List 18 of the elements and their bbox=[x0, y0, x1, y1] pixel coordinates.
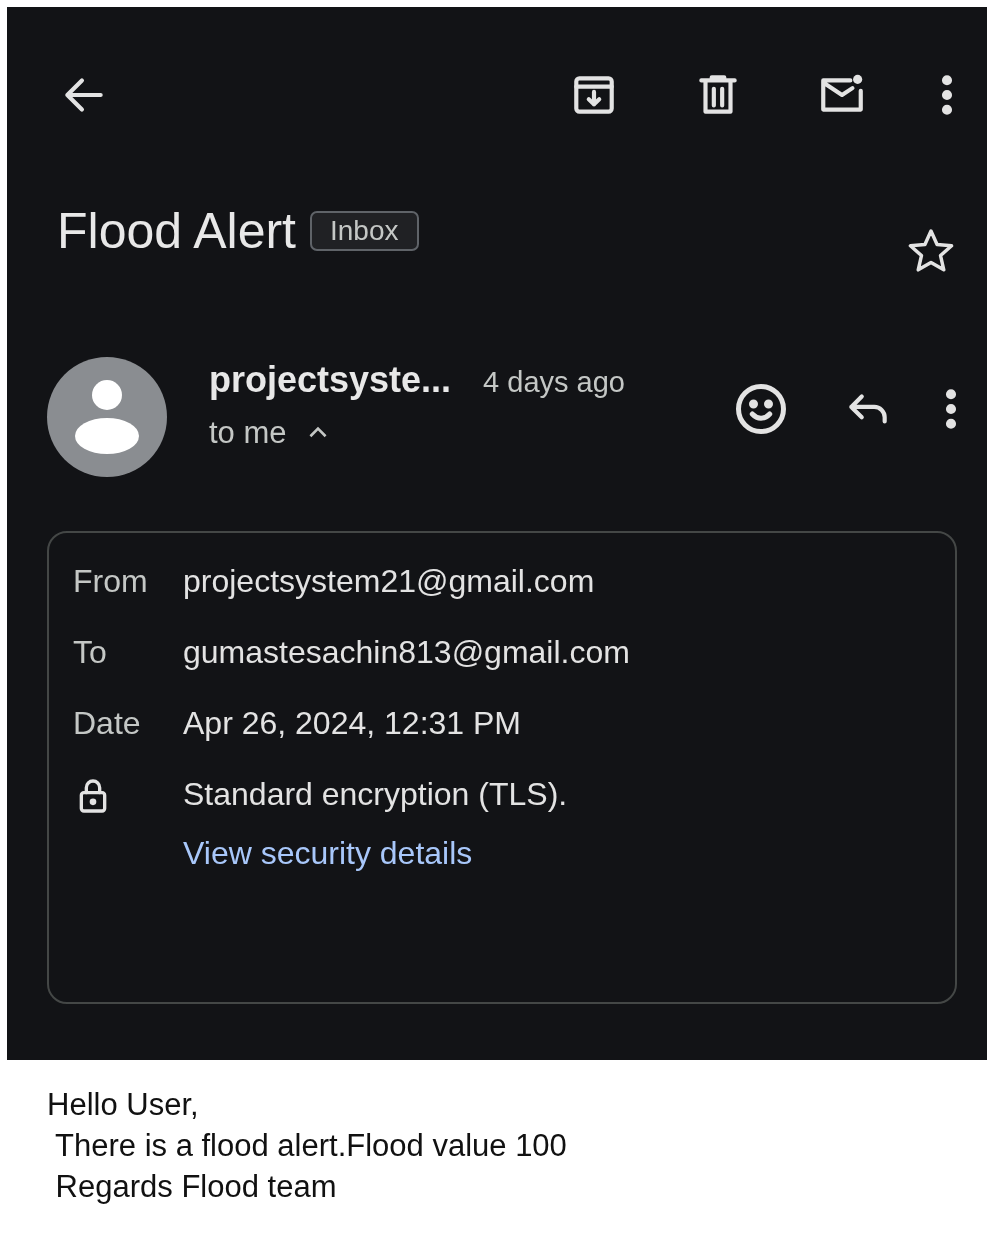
more-vertical-icon bbox=[945, 389, 957, 429]
message-text-line: Regards Flood team bbox=[54, 1168, 338, 1206]
detail-value: Apr 26, 2024, 12:31 PM bbox=[183, 705, 522, 742]
sender-name: projectsyste... bbox=[209, 359, 452, 401]
detail-label: Date bbox=[73, 705, 142, 742]
detail-label: From bbox=[73, 563, 149, 600]
detail-value: projectsystem21@gmail.com bbox=[183, 563, 596, 600]
inbox-label: Inbox bbox=[310, 211, 419, 251]
received-time: 4 days ago bbox=[483, 366, 625, 399]
recipient-toggle[interactable]: to me bbox=[209, 415, 625, 451]
detail-label: To bbox=[73, 634, 108, 671]
message-text-line: Hello User, bbox=[47, 1086, 200, 1124]
email-subject: Flood Alert bbox=[57, 202, 296, 260]
encryption-text: Standard encryption (TLS). bbox=[183, 776, 569, 813]
security-details-link[interactable]: View security details bbox=[183, 835, 955, 872]
message-text-line: There is a flood alert.Flood value 100 bbox=[54, 1127, 568, 1165]
more-vertical-icon bbox=[941, 75, 953, 115]
detail-value: gumastesachin813@gmail.com bbox=[183, 634, 631, 671]
